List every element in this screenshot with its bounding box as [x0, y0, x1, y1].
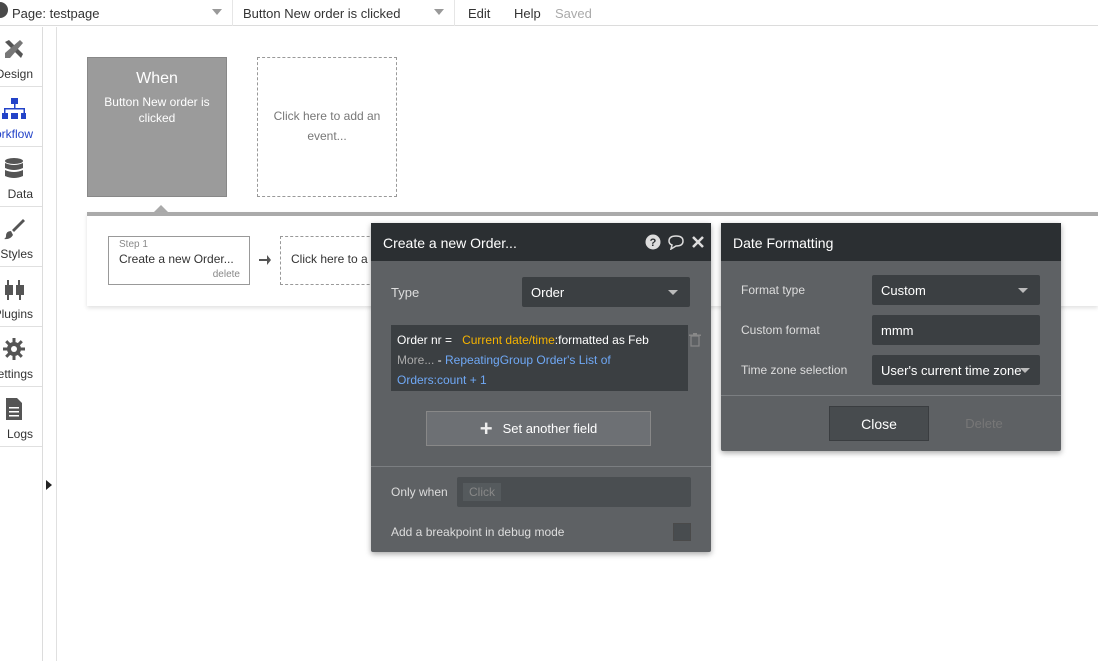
panel-header: Date Formatting: [721, 223, 1061, 261]
field-expression[interactable]: Order nr = Current date/time:formatted a…: [391, 325, 688, 391]
sidebar-item-design[interactable]: Design: [0, 27, 42, 87]
sidebar-item-label: Logs: [6, 427, 33, 441]
only-when-placeholder[interactable]: Click: [463, 483, 501, 501]
sidebar-item-label: Settings: [0, 367, 33, 381]
svg-text:?: ?: [650, 237, 657, 249]
sidebar-item-label: Design: [0, 67, 33, 81]
panel-title: Date Formatting: [733, 235, 834, 251]
save-status: Saved: [555, 5, 592, 21]
step-delete-link[interactable]: delete: [213, 269, 240, 280]
sidebar-item-data[interactable]: Data: [0, 147, 42, 207]
event-description: Button New order is clicked: [104, 95, 210, 125]
dynamic-expression[interactable]: Current date/time: [462, 333, 555, 347]
chevron-down-icon: [1020, 368, 1030, 373]
add-event-button[interactable]: Click here to add an event...: [257, 57, 397, 197]
chevron-down-icon: [668, 290, 678, 295]
menu-help[interactable]: Help: [514, 0, 541, 26]
type-label: Type: [391, 285, 420, 300]
plugins-icon: [5, 280, 24, 300]
menu-edit[interactable]: Edit: [468, 0, 490, 26]
trash-icon[interactable]: [689, 333, 701, 347]
custom-format-label: Custom format: [741, 323, 820, 337]
type-dropdown-value: Order: [531, 285, 565, 300]
event-selector[interactable]: Button New order is clicked: [237, 0, 455, 26]
workflow-icon: [2, 98, 26, 119]
set-another-field-button[interactable]: + Set another field: [426, 411, 651, 446]
panel-header: Create a new Order... ?: [371, 223, 711, 261]
format-type-label: Format type: [741, 283, 806, 297]
custom-format-value: mmm: [881, 323, 914, 338]
sidebar-expand-icon[interactable]: [46, 480, 52, 490]
page-selector-label: Page: testpage: [12, 5, 100, 21]
step-number: Step 1: [119, 239, 148, 250]
set-field-label: Set another field: [502, 421, 598, 436]
chevron-down-icon: [212, 9, 222, 15]
field-name: Order nr: [397, 333, 442, 347]
settings-icon: [3, 338, 25, 360]
page-selector[interactable]: Page: testpage: [6, 0, 233, 26]
sidebar-item-label: Plugins: [0, 307, 33, 321]
delete-button[interactable]: Delete: [944, 406, 1024, 441]
only-when-label: Only when: [391, 485, 448, 499]
styles-icon: [4, 219, 25, 240]
event-selector-label: Button New order is clicked: [243, 5, 401, 21]
chevron-down-icon: [1018, 288, 1028, 293]
timezone-value: User's current time zone: [881, 363, 1022, 378]
top-bar: Page: testpage Button New order is click…: [0, 0, 1098, 26]
sidebar-item-label: Data: [7, 187, 33, 201]
sidebar-item-styles[interactable]: Styles: [0, 207, 42, 267]
comment-icon[interactable]: [667, 234, 685, 250]
workflow-step[interactable]: Step 1 Create a new Order... delete: [108, 236, 250, 285]
sidebar-item-settings[interactable]: Settings: [0, 327, 42, 387]
divider: [371, 466, 711, 467]
sidebar-item-label: Workflow: [0, 127, 33, 141]
date-formatting-panel: Date Formatting Format type Custom Custo…: [721, 223, 1061, 451]
type-dropdown[interactable]: Order: [522, 277, 690, 307]
logs-icon: [6, 398, 22, 420]
format-type-dropdown[interactable]: Custom: [872, 275, 1040, 305]
expression-operator[interactable]: :formatted as Feb: [555, 333, 649, 347]
more-link[interactable]: More...: [397, 353, 434, 367]
event-title: When: [136, 70, 178, 87]
sidebar-item-workflow[interactable]: Workflow: [0, 87, 42, 147]
close-button[interactable]: Close: [829, 406, 929, 441]
custom-format-input[interactable]: mmm: [872, 315, 1040, 345]
arrow-right-icon: [259, 255, 271, 265]
sidebar-item-label: Styles: [0, 247, 33, 261]
design-icon: [5, 40, 23, 58]
help-icon[interactable]: ?: [645, 234, 661, 250]
format-type-value: Custom: [881, 283, 926, 298]
breakpoint-label: Add a breakpoint in debug mode: [391, 525, 565, 539]
timezone-label: Time zone selection: [741, 363, 848, 377]
only-when-field[interactable]: Click: [457, 477, 691, 507]
create-order-panel: Create a new Order... ? Type Order Order…: [371, 223, 711, 552]
left-sidebar: Design Workflow Data Styles: [0, 27, 43, 661]
canvas-guide-line: [56, 27, 57, 661]
sidebar-item-logs[interactable]: Logs: [0, 387, 42, 447]
timezone-dropdown[interactable]: User's current time zone: [872, 355, 1040, 385]
field-equals: =: [445, 333, 453, 347]
chevron-down-icon: [434, 9, 444, 15]
sidebar-item-plugins[interactable]: Plugins: [0, 267, 42, 327]
panel-title: Create a new Order...: [383, 235, 517, 251]
data-icon: [5, 158, 23, 178]
close-icon[interactable]: [691, 235, 705, 249]
step-name: Create a new Order...: [119, 252, 234, 266]
divider: [721, 395, 1061, 396]
event-card[interactable]: When Button New order is clicked: [87, 57, 227, 197]
expression-dash: -: [434, 353, 446, 367]
plus-icon: +: [479, 415, 493, 441]
breakpoint-checkbox[interactable]: [673, 523, 691, 541]
